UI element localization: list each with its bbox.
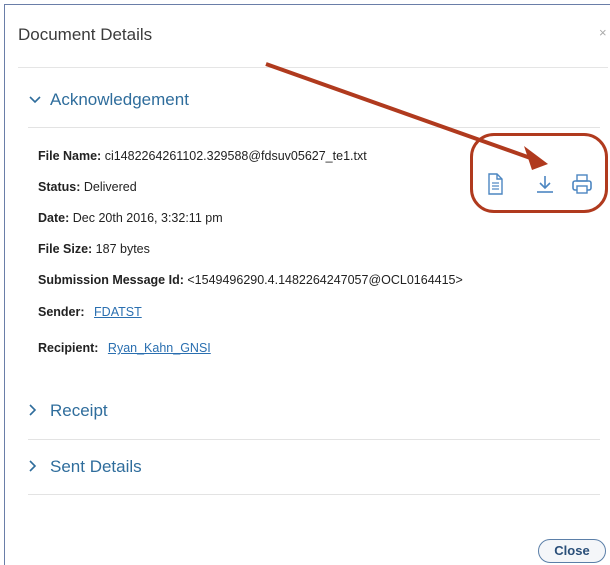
annotation-arrow xyxy=(265,62,548,170)
divider xyxy=(28,439,600,440)
close-button[interactable]: Close xyxy=(538,539,606,563)
section-receipt[interactable]: Receipt xyxy=(28,401,108,421)
section-label: Sent Details xyxy=(50,457,142,476)
chevron-right-icon xyxy=(28,459,50,476)
section-sent-details[interactable]: Sent Details xyxy=(28,457,142,477)
section-label: Receipt xyxy=(50,401,108,420)
chevron-right-icon xyxy=(28,403,50,420)
divider xyxy=(28,494,600,495)
